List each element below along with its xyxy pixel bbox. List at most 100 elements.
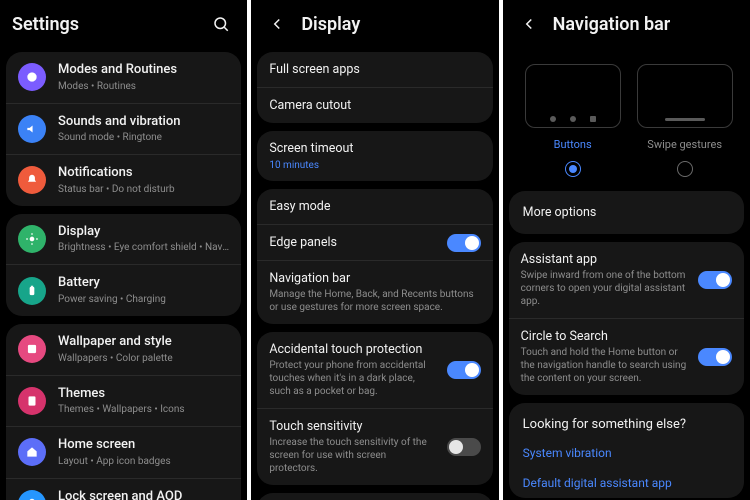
nav-type-label: Swipe gestures [647, 138, 722, 151]
display-item[interactable]: Navigation bar Manage the Home, Back, and… [257, 260, 492, 324]
related-link[interactable]: System vibration [509, 438, 744, 468]
nav-preview-buttons [525, 64, 621, 128]
item-title: Wallpaper and style [58, 334, 173, 350]
pane-navigation-bar: Navigation bar Buttons Swipe gestures [503, 0, 750, 500]
lock-icon [18, 490, 46, 500]
settings-item[interactable]: Notifications Status bar • Do not disturb [6, 154, 241, 206]
toggle-switch[interactable] [447, 438, 481, 456]
settings-item[interactable]: Sounds and vibrationSound mode • Rington… [6, 103, 241, 155]
item-title: Battery [58, 275, 166, 291]
display-item[interactable]: Touch sensitivity Increase the touch sens… [257, 408, 492, 485]
settings-item[interactable]: Wallpaper and style Wallpapers • Color pa… [6, 324, 241, 375]
item-subtitle: Layout • App icon badges [58, 455, 171, 468]
item-title: Touch sensitivity [269, 419, 436, 434]
toggle-switch[interactable] [698, 348, 732, 366]
home-icon [18, 438, 46, 466]
settings-header: Settings [0, 0, 247, 52]
item-title: Camera cutout [269, 98, 480, 113]
nav-item[interactable]: Circle to Search Touch and hold the Home … [509, 318, 744, 395]
item-subtitle: Brightness • Eye comfort shield • Naviga… [58, 241, 229, 254]
display-item[interactable]: Show charging information [257, 493, 492, 500]
display-group: Easy mode Edge panels Navigation bar Manage… [257, 189, 492, 324]
settings-group: Wallpaper and style Wallpapers • Color pa… [6, 324, 241, 500]
item-subtitle: Status bar • Do not disturb [58, 183, 175, 196]
item-value: 10 minutes [269, 160, 480, 171]
item-desc: Manage the Home, Back, and Recents butto… [269, 288, 480, 314]
item-subtitle: Modes • Routines [58, 80, 177, 93]
item-title: Sounds and vibration [58, 114, 180, 130]
settings-item[interactable]: Lock screen and AODScreen lock type • Al… [6, 478, 241, 500]
pane-settings: Settings Modes and Routines Modes • Routi… [0, 0, 247, 500]
display-group: Full screen apps Camera cutout [257, 52, 492, 123]
toggle-switch[interactable] [447, 361, 481, 379]
item-title: Modes and Routines [58, 62, 177, 78]
radio-buttons[interactable] [565, 161, 581, 177]
item-title: Full screen apps [269, 62, 480, 77]
item-desc: Increase the touch sensitivity of the sc… [269, 436, 436, 475]
toggle-switch[interactable] [447, 234, 481, 252]
display-group: Show charging information [257, 493, 492, 500]
item-title: Display [58, 224, 229, 240]
item-title: Edge panels [269, 235, 436, 250]
related-card: Looking for something else? System vibra… [509, 403, 744, 498]
display-item[interactable]: Easy mode [257, 189, 492, 224]
item-desc: Swipe inward from one of the bottom corn… [521, 269, 688, 308]
display-item[interactable]: Accidental touch protection Protect your … [257, 332, 492, 408]
modes-icon [18, 63, 46, 91]
nav-type-selector: Buttons Swipe gestures [509, 52, 744, 183]
wallpaper-icon [18, 335, 46, 363]
nav-item[interactable]: Assistant app Swipe inward from one of th… [509, 242, 744, 318]
item-title: Accidental touch protection [269, 342, 436, 357]
nav-type-label: Buttons [554, 138, 592, 151]
nav-options-card: Assistant app Swipe inward from one of th… [509, 242, 744, 395]
more-options-row[interactable]: More options [509, 191, 744, 234]
display-group: Accidental touch protection Protect your … [257, 332, 492, 485]
display-item[interactable]: Camera cutout [257, 87, 492, 123]
pane-display: Display Full screen apps Camera cutout Scr… [251, 0, 498, 500]
item-title: Themes [58, 386, 185, 402]
item-desc: Touch and hold the Home button or the na… [521, 346, 688, 385]
page-title: Display [301, 14, 360, 35]
item-title: Assistant app [521, 252, 688, 267]
settings-group: Modes and Routines Modes • Routines Sounds… [6, 52, 241, 206]
display-group: Screen timeout 10 minutes [257, 131, 492, 181]
display-item[interactable]: Edge panels [257, 224, 492, 260]
back-icon[interactable] [263, 10, 291, 38]
item-subtitle: Sound mode • Ringtone [58, 131, 180, 144]
item-title: Easy mode [269, 199, 480, 214]
back-icon[interactable] [515, 10, 543, 38]
display-icon [18, 225, 46, 253]
nav-type-gestures[interactable]: Swipe gestures [637, 64, 733, 177]
page-title: Navigation bar [553, 14, 671, 35]
settings-item[interactable]: DisplayBrightness • Eye comfort shield •… [6, 214, 241, 265]
item-title: Notifications [58, 165, 175, 181]
page-title: Settings [12, 14, 79, 35]
item-title: Lock screen and AOD [58, 489, 221, 500]
item-subtitle: Power saving • Charging [58, 293, 166, 306]
radio-gestures[interactable] [677, 161, 693, 177]
display-header: Display [251, 0, 498, 52]
settings-group: DisplayBrightness • Eye comfort shield •… [6, 214, 241, 316]
search-icon[interactable] [207, 10, 235, 38]
more-options-card: More options [509, 191, 744, 234]
item-title: Screen timeout [269, 141, 480, 156]
item-desc: Protect your phone from accidental touch… [269, 359, 436, 398]
nav-preview-gestures [637, 64, 733, 128]
looking-heading: Looking for something else? [509, 403, 744, 438]
settings-item[interactable]: ThemesThemes • Wallpapers • Icons [6, 375, 241, 427]
item-subtitle: Wallpapers • Color palette [58, 352, 173, 365]
item-title: Circle to Search [521, 329, 688, 344]
settings-item[interactable]: Modes and Routines Modes • Routines [6, 52, 241, 103]
battery-icon [18, 277, 46, 305]
settings-item[interactable]: Home screen Layout • App icon badges [6, 426, 241, 478]
item-title: Home screen [58, 437, 171, 453]
item-title: Navigation bar [269, 271, 480, 286]
item-subtitle: Themes • Wallpapers • Icons [58, 403, 185, 416]
display-item[interactable]: Screen timeout 10 minutes [257, 131, 492, 181]
nav-type-buttons[interactable]: Buttons [525, 64, 621, 177]
toggle-switch[interactable] [698, 271, 732, 289]
settings-item[interactable]: Battery Power saving • Charging [6, 264, 241, 316]
related-link[interactable]: Default digital assistant app [509, 468, 744, 498]
notifications-icon [18, 166, 46, 194]
display-item[interactable]: Full screen apps [257, 52, 492, 87]
